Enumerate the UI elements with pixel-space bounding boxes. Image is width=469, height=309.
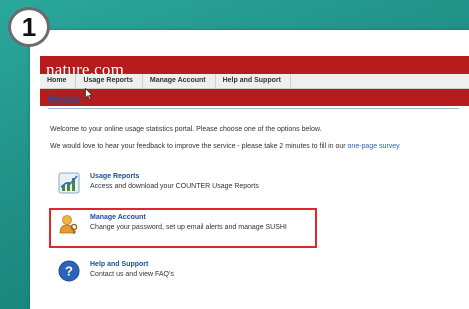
help-and-support-link[interactable]: Help and Support xyxy=(90,261,148,268)
option-help-and-support[interactable]: ? Help and Support Contact us and view F… xyxy=(58,260,258,290)
option-usage-reports[interactable]: Usage Reports Access and download your C… xyxy=(58,172,318,202)
mouse-cursor-icon xyxy=(85,88,93,100)
manage-account-description: Change your password, set up email alert… xyxy=(90,224,287,231)
step-number-badge: 1 xyxy=(8,7,50,47)
title-divider xyxy=(48,108,459,109)
tab-manage-account[interactable]: Manage Account xyxy=(143,74,216,88)
usage-reports-description: Access and download your COUNTER Usage R… xyxy=(90,183,259,190)
svg-text:?: ? xyxy=(65,264,73,279)
tab-help-and-support[interactable]: Help and Support xyxy=(216,74,291,88)
feedback-label: We would love to hear your feedback to i… xyxy=(50,143,346,150)
help-icon: ? xyxy=(58,260,80,282)
welcome-text: Welcome to your online usage statistics … xyxy=(50,126,322,133)
feedback-text: We would love to hear your feedback to i… xyxy=(50,143,400,150)
help-and-support-description: Contact us and view FAQ's xyxy=(90,271,174,278)
manage-account-link[interactable]: Manage Account xyxy=(90,214,146,221)
chart-icon xyxy=(58,172,80,194)
page-title: Home xyxy=(48,92,82,106)
usage-reports-link[interactable]: Usage Reports xyxy=(90,173,139,180)
browser-screenshot: nature.com Home Usage Reports Manage Acc… xyxy=(30,30,469,309)
survey-link[interactable]: one-page survey xyxy=(348,143,400,150)
user-key-icon xyxy=(59,215,78,234)
tab-usage-reports[interactable]: Usage Reports xyxy=(76,74,143,88)
option-manage-account[interactable]: Manage Account Change your password, set… xyxy=(58,213,313,243)
main-nav: Home Usage Reports Manage Account Help a… xyxy=(40,74,469,89)
tab-home[interactable]: Home xyxy=(40,74,77,88)
